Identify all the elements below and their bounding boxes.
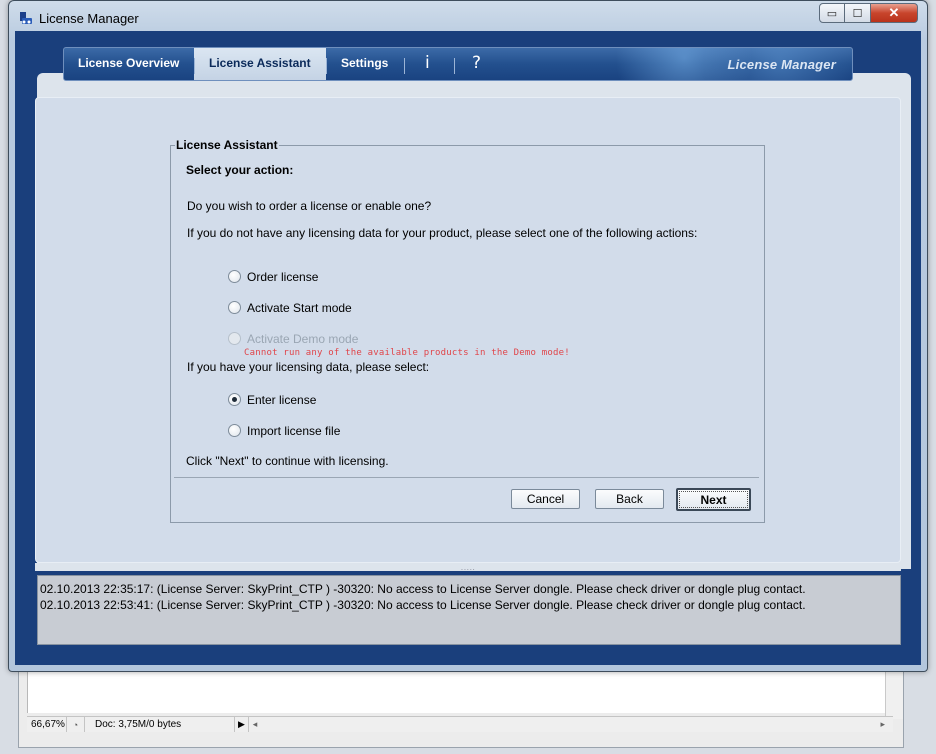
license-manager-window: License Manager ▭ ☐ ✕ License Overview L… bbox=[8, 0, 928, 672]
button-separator bbox=[174, 477, 759, 478]
activate-demo-mode-label: Activate Demo mode bbox=[247, 332, 359, 346]
log-panel[interactable]: 02.10.2013 22:35:17: (License Server: Sk… bbox=[37, 575, 901, 645]
tab-settings[interactable]: Settings bbox=[341, 56, 388, 70]
import-license-file-radio[interactable] bbox=[228, 424, 241, 437]
enter-license-radio[interactable] bbox=[228, 393, 241, 406]
scroll-right-icon[interactable]: ▸ bbox=[880, 719, 885, 730]
tab-separator bbox=[454, 58, 455, 74]
log-splitter[interactable]: ..... bbox=[35, 563, 901, 572]
minimize-icon: ▭ bbox=[826, 7, 838, 20]
group-legend: License Assistant bbox=[175, 138, 279, 152]
splitter-grip[interactable]: ..... bbox=[461, 565, 476, 572]
background-document-canvas bbox=[27, 669, 885, 713]
background-vertical-scrollbar[interactable] bbox=[885, 669, 903, 719]
scroll-left-icon[interactable]: ◂ bbox=[249, 719, 261, 730]
back-button[interactable]: Back bbox=[595, 489, 664, 509]
info-icon[interactable]: i bbox=[425, 53, 430, 73]
close-button[interactable]: ✕ bbox=[871, 3, 918, 23]
order-license-radio[interactable] bbox=[228, 270, 241, 283]
enter-license-label[interactable]: Enter license bbox=[247, 393, 316, 407]
order-license-label[interactable]: Order license bbox=[247, 270, 318, 284]
tab-license-assistant[interactable]: License Assistant bbox=[209, 56, 311, 70]
order-or-enable-question: Do you wish to order a license or enable… bbox=[187, 199, 432, 213]
tab-separator bbox=[194, 58, 195, 74]
maximize-button[interactable]: ☐ bbox=[845, 3, 871, 23]
demo-mode-warning: Cannot run any of the available products… bbox=[244, 348, 570, 358]
next-button[interactable]: Next bbox=[676, 488, 751, 511]
no-data-prompt: If you do not have any licensing data fo… bbox=[187, 226, 698, 240]
document-info: Doc: 3,75M/0 bytes bbox=[85, 717, 235, 732]
zoom-icon[interactable]: ◔ bbox=[67, 717, 85, 732]
activate-demo-mode-radio bbox=[228, 332, 241, 345]
help-icon[interactable]: ? bbox=[472, 53, 481, 73]
have-data-prompt: If you have your licensing data, please … bbox=[187, 360, 430, 374]
window-title: License Manager bbox=[39, 11, 139, 26]
tab-bar: License Overview License Assistant Setti… bbox=[63, 47, 853, 81]
title-bar[interactable]: License Manager ▭ ☐ ✕ bbox=[9, 1, 927, 31]
tab-separator bbox=[404, 58, 405, 74]
tab-separator bbox=[326, 58, 327, 74]
client-area: License Overview License Assistant Setti… bbox=[15, 31, 921, 665]
log-entry: 02.10.2013 22:53:41: (License Server: Sk… bbox=[40, 598, 806, 612]
action-heading: Select your action: bbox=[186, 163, 294, 177]
background-app-window: 66,67% ◔ Doc: 3,75M/0 bytes ▶ ◂ ▸ bbox=[18, 668, 904, 748]
continue-hint: Click "Next" to continue with licensing. bbox=[186, 454, 389, 468]
cancel-button[interactable]: Cancel bbox=[511, 489, 580, 509]
maximize-icon: ☐ bbox=[852, 7, 863, 20]
log-entry: 02.10.2013 22:35:17: (License Server: Sk… bbox=[40, 582, 806, 596]
background-status-bar: 66,67% ◔ Doc: 3,75M/0 bytes ▶ ◂ ▸ bbox=[27, 716, 893, 732]
zoom-level[interactable]: 66,67% bbox=[27, 717, 67, 732]
minimize-button[interactable]: ▭ bbox=[819, 3, 845, 23]
brand-logo-text: License Manager bbox=[727, 57, 836, 72]
status-menu-arrow-icon[interactable]: ▶ bbox=[235, 717, 249, 732]
tab-license-overview[interactable]: License Overview bbox=[78, 56, 179, 70]
activate-start-mode-label[interactable]: Activate Start mode bbox=[247, 301, 352, 315]
activate-start-mode-radio[interactable] bbox=[228, 301, 241, 314]
import-license-file-label[interactable]: Import license file bbox=[247, 424, 340, 438]
license-manager-app-icon bbox=[20, 12, 32, 24]
close-icon: ✕ bbox=[888, 5, 900, 20]
